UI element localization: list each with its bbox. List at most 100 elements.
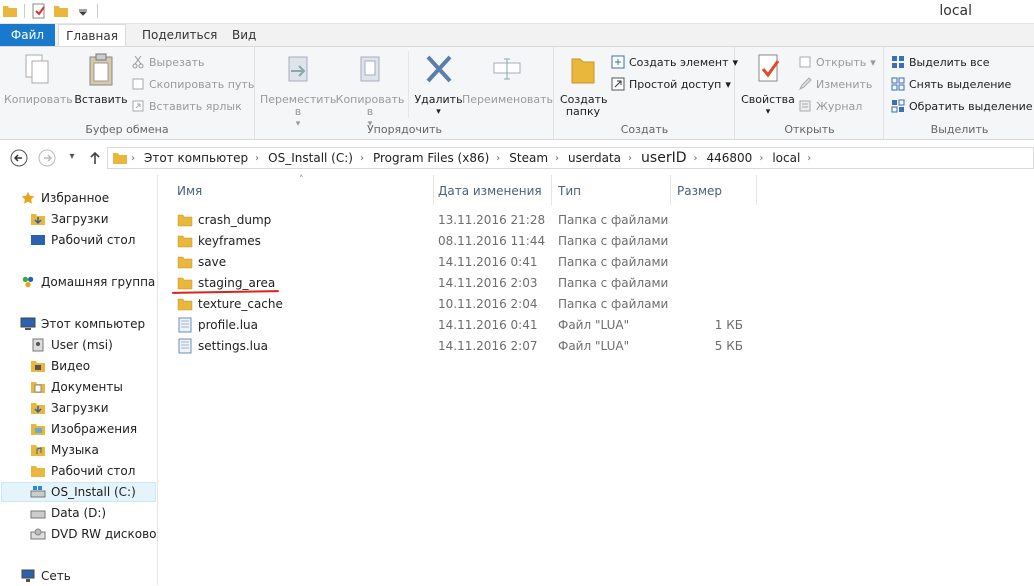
edit-button[interactable]: Изменить (798, 77, 872, 91)
file-name: save (198, 255, 227, 269)
chevron-right-icon[interactable]: › (625, 153, 635, 164)
paste-shortcut-button[interactable]: Вставить ярлык (131, 99, 242, 113)
history-button[interactable]: Журнал (798, 99, 862, 113)
table-row[interactable]: save 14.11.2016 0:41 Папка с файлами (177, 252, 797, 273)
open-group-label: Открыть (784, 123, 835, 136)
select-none-icon (891, 77, 905, 91)
table-row[interactable]: profile.lua 14.11.2016 0:41 Файл "LUA" 1 КБ (177, 315, 797, 336)
chevron-right-icon[interactable]: › (252, 153, 262, 164)
chevron-right-icon[interactable]: › (357, 153, 367, 164)
back-button[interactable] (9, 149, 29, 167)
nav-downloads[interactable]: Загрузки (30, 209, 109, 229)
properties-icon[interactable] (31, 3, 47, 19)
chevron-right-icon[interactable]: › (552, 153, 562, 164)
breadcrumb-446800[interactable]: 446800 (701, 151, 757, 165)
nav-desktop-pc[interactable]: Рабочий стол (30, 461, 135, 481)
recent-locations-dropdown[interactable]: ▾ (62, 151, 82, 169)
easy-access-button[interactable]: Простой доступ ▾ (611, 77, 731, 91)
tab-share[interactable]: Поделиться (130, 24, 229, 46)
select-all-button[interactable]: Выделить все (891, 55, 989, 69)
nav-user-msi[interactable]: User (msi) (30, 335, 113, 355)
copy-path-button[interactable]: Скопировать путь (131, 77, 254, 91)
column-header-date[interactable]: Дата изменения (434, 175, 552, 205)
move-to-button[interactable]: Переместить в ▾ (260, 51, 336, 130)
history-icon (799, 100, 811, 112)
breadcrumb-program-files[interactable]: Program Files (x86) (367, 151, 493, 165)
file-date: 14.11.2016 2:03 (438, 276, 538, 290)
nav-favorites[interactable]: Избранное (20, 188, 109, 208)
copy-button[interactable]: Копировать (4, 51, 73, 106)
cut-button[interactable]: Вырезать (131, 55, 204, 69)
nav-this-pc[interactable]: Этот компьютер (20, 314, 145, 334)
select-none-button[interactable]: Снять выделение (891, 77, 1011, 91)
nav-music[interactable]: Музыка (30, 440, 99, 460)
breadcrumb[interactable]: › Этот компьютер › OS_Install (C:) › Progr… (107, 147, 1034, 169)
chevron-down-icon: ▾ (765, 107, 771, 117)
column-header-name[interactable]: Имя (159, 175, 434, 205)
nav-videos[interactable]: Видео (30, 356, 90, 376)
nav-dvd-drive[interactable]: DVD RW дисковод ( (30, 524, 157, 544)
column-header-type[interactable]: Тип (552, 175, 671, 205)
chevron-right-icon[interactable]: › (691, 153, 701, 164)
copy-to-button[interactable]: Копировать в ▾ (334, 51, 406, 130)
table-row[interactable]: settings.lua 14.11.2016 2:07 Файл "LUA" 5 К… (177, 336, 797, 357)
edit-icon (798, 77, 812, 91)
column-header-size[interactable]: Размер (671, 175, 757, 205)
folder-icon (177, 277, 193, 290)
nav-homegroup[interactable]: Домашняя группа (20, 272, 155, 292)
clipboard-group-label: Буфер обмена (85, 123, 169, 136)
nav-os-install[interactable]: OS_Install (C:) (1, 482, 156, 502)
properties-button[interactable]: Свойства ▾ (740, 51, 796, 118)
breadcrumb-userdata[interactable]: userdata (562, 151, 625, 165)
chevron-right-icon[interactable]: › (756, 153, 766, 164)
open-button[interactable]: Открыть ▾ (798, 55, 876, 69)
file-date: 13.11.2016 21:28 (438, 213, 546, 227)
file-icon (178, 338, 192, 354)
chevron-down-icon[interactable] (75, 3, 91, 19)
nav-data-drive[interactable]: Data (D:) (30, 503, 106, 523)
nav-network[interactable]: Сеть (20, 566, 71, 586)
invert-selection-button[interactable]: Обратить выделение (891, 99, 1033, 113)
quick-access-toolbar (2, 3, 98, 19)
file-type: Папка с файлами (558, 297, 669, 311)
paste-button[interactable]: Вставить (73, 51, 129, 106)
breadcrumb-local[interactable]: local (766, 151, 804, 165)
chevron-right-icon[interactable]: › (493, 153, 503, 164)
new-item-button[interactable]: Создать элемент ▾ (611, 55, 738, 69)
select-all-icon (892, 56, 904, 68)
rename-button[interactable]: Переименовать (462, 51, 553, 106)
file-type: Папка с файлами (558, 276, 669, 290)
file-date: 14.11.2016 2:07 (438, 339, 538, 353)
folder-icon (177, 298, 193, 311)
file-size: 1 КБ (714, 318, 743, 332)
chevron-down-icon: ▾ (725, 77, 731, 91)
new-folder-button[interactable]: Создать папку (559, 51, 608, 118)
file-name: staging_area (198, 276, 276, 290)
tab-home[interactable]: Главная (58, 24, 126, 47)
breadcrumb-this-pc[interactable]: Этот компьютер (138, 151, 252, 165)
breadcrumb-os-install[interactable]: OS_Install (C:) (262, 151, 357, 165)
address-bar-row: ▾ › Этот компьютер › OS_Install (C:) › Pro… (0, 141, 1034, 173)
forward-button[interactable] (37, 149, 57, 167)
delete-button[interactable]: Удалить ▾ (408, 51, 468, 118)
chevron-right-icon[interactable]: › (804, 153, 814, 164)
table-row[interactable]: texture_cache 10.11.2016 2:04 Папка с файл… (177, 294, 797, 315)
breadcrumb-steam[interactable]: Steam (503, 151, 552, 165)
tab-file[interactable]: Файл (0, 24, 55, 46)
nav-pictures[interactable]: Изображения (30, 419, 137, 439)
nav-desktop[interactable]: Рабочий стол (30, 230, 135, 250)
select-group: Выделить все Снять выделение Обратить вы… (885, 47, 1034, 139)
file-name: crash_dump (198, 213, 272, 227)
chevron-right-icon[interactable]: › (128, 153, 138, 164)
nav-documents[interactable]: Документы (30, 377, 123, 397)
new-folder-icon[interactable] (53, 3, 69, 19)
tab-view[interactable]: Вид (220, 24, 268, 46)
up-button[interactable] (85, 149, 105, 167)
table-row[interactable]: crash_dump 13.11.2016 21:28 Папка с файлам… (177, 210, 797, 231)
folder-icon[interactable] (2, 3, 18, 19)
nav-downloads-pc[interactable]: Загрузки (30, 398, 109, 418)
table-row[interactable]: keyframes 08.11.2016 11:44 Папка с файлами (177, 231, 797, 252)
file-name: settings.lua (198, 339, 268, 353)
breadcrumb-userid[interactable]: userID (635, 150, 690, 166)
easy-access-icon (611, 77, 625, 91)
